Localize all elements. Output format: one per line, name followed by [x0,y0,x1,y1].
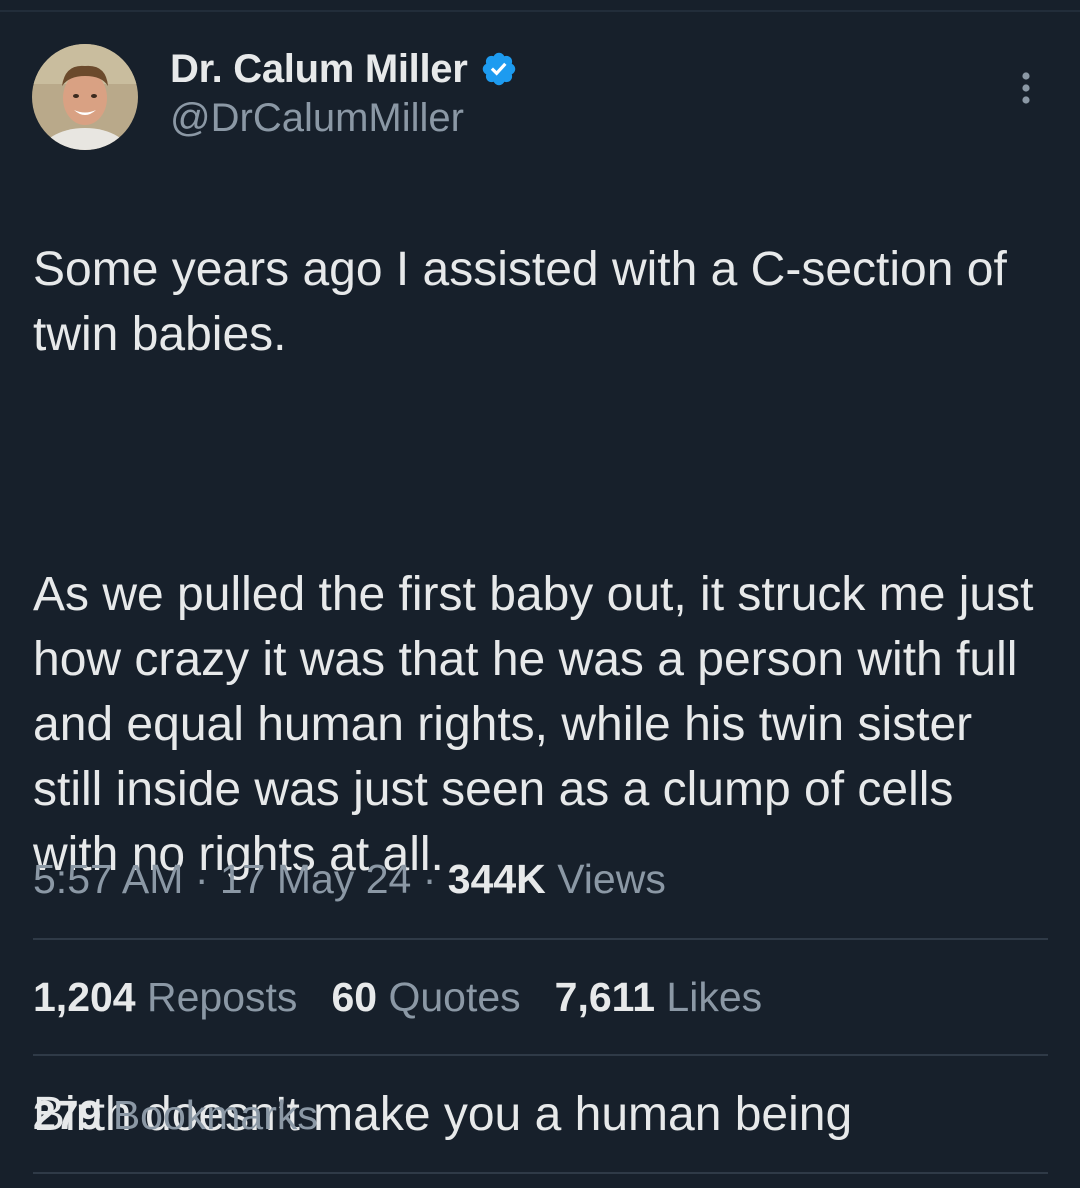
tweet-paragraph-2: As we pulled the first baby out, it stru… [33,568,1034,881]
bookmarks-stat[interactable]: 279 Bookmarks [33,1092,318,1139]
quotes-stat[interactable]: 60 Quotes [331,974,520,1021]
more-options-icon[interactable] [1012,68,1040,108]
meta-separator: · [411,856,448,902]
likes-count: 7,611 [554,974,655,1020]
tweet-time[interactable]: 5:57 AM [33,856,183,902]
engagement-stats: 1,204 Reposts 60 Quotes 7,611 Likes [33,974,762,1021]
quotes-count: 60 [331,974,378,1020]
top-divider [0,10,1080,12]
likes-stat[interactable]: 7,611 Likes [555,974,762,1021]
avatar[interactable] [32,44,138,150]
tweet-meta: 5:57 AM · 17 May 24 · 344K Views [33,856,666,903]
views-count: 344K [447,856,546,902]
divider [33,1054,1048,1056]
views-label: Views [557,856,666,902]
divider [33,1172,1048,1174]
likes-label: Likes [666,974,763,1020]
reposts-count: 1,204 [33,974,136,1020]
tweet-text: Some years ago I assisted with a C-secti… [33,172,1048,1188]
tweet-paragraph-1: Some years ago I assisted with a C-secti… [33,243,1007,361]
reposts-label: Reposts [147,974,298,1020]
divider [33,938,1048,940]
meta-separator: · [183,856,220,902]
avatar-image [32,44,138,150]
author-handle[interactable]: @DrCalumMiller [170,96,464,141]
reposts-stat[interactable]: 1,204 Reposts [33,974,297,1021]
quotes-label: Quotes [388,974,521,1020]
tweet-date[interactable]: 17 May 24 [220,856,411,902]
verified-badge-icon [482,52,515,86]
bookmarks-count: 279 [33,1092,102,1138]
author-display-name[interactable]: Dr. Calum Miller [170,47,468,92]
bookmarks-label: Bookmarks [112,1092,318,1138]
author-name-row[interactable]: Dr. Calum Miller [170,44,518,94]
